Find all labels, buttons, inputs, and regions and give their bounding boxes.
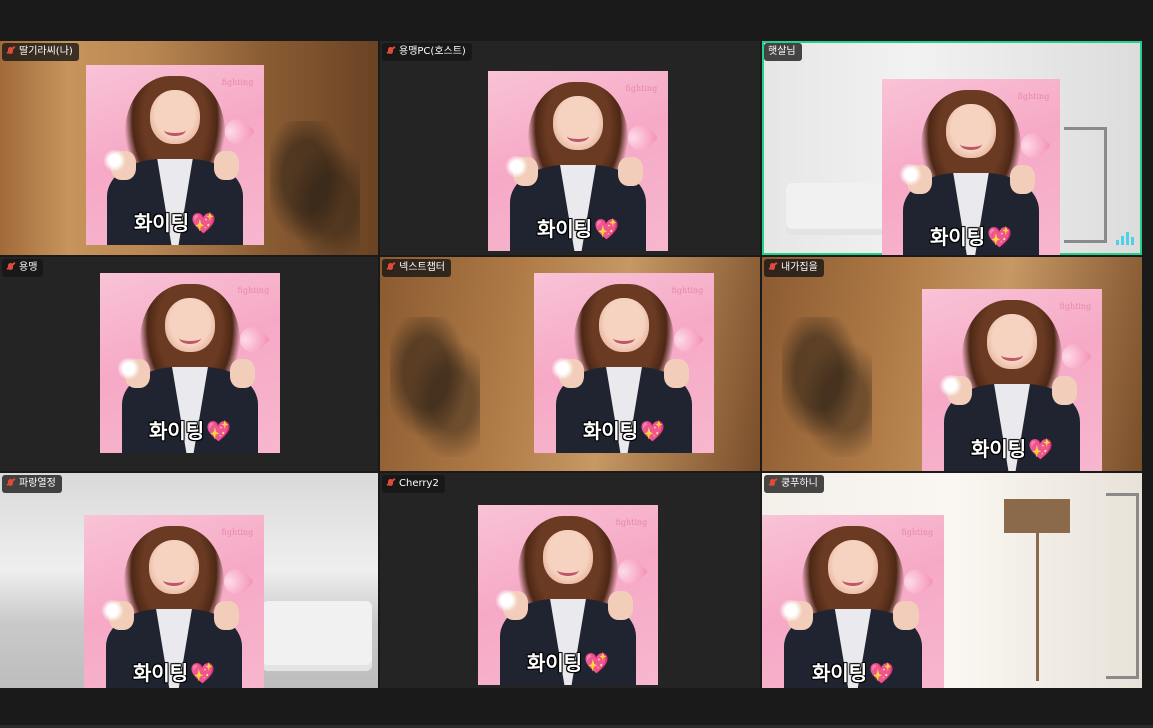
participant-name: 용맹PC(호스트) <box>399 46 466 57</box>
heart-icon <box>219 563 255 600</box>
sticker-caption: 화이팅 💖 <box>132 661 216 685</box>
fighting-sticker: fighting 화이팅 💖 <box>488 71 668 251</box>
fighting-sticker: fighting 화이팅 💖 <box>762 515 944 695</box>
sticker-corner-text: fighting <box>901 527 934 537</box>
heart-emoji-icon: 💖 <box>191 211 217 235</box>
sticker-caption: 화이팅 💖 <box>148 419 232 443</box>
heart-emoji-icon: 💖 <box>584 651 610 675</box>
sticker-corner-text: fighting <box>1059 301 1092 311</box>
fighting-sticker: fighting 화이팅 💖 <box>84 515 264 688</box>
participant-tile[interactable]: fighting 화이팅 💖 내가집을 <box>762 257 1142 471</box>
audio-level-icon <box>1116 231 1134 245</box>
sticker-corner-text: fighting <box>1017 91 1050 101</box>
background-shelf <box>1106 493 1139 679</box>
participant-tile[interactable]: fighting 화이팅 💖 Cherry2 <box>380 473 760 688</box>
heart-icon <box>235 321 271 358</box>
mic-muted-icon <box>386 262 395 274</box>
sticker-caption: 화이팅 💖 <box>811 661 895 685</box>
participant-name-tag: 내가집을 <box>764 259 824 277</box>
meeting-bottom-bar <box>0 688 1153 728</box>
heart-emoji-icon: 💖 <box>594 217 620 241</box>
participant-name-tag: 용맹 <box>2 259 44 277</box>
heart-icon <box>219 113 256 150</box>
fighting-sticker: fighting 화이팅 💖 <box>478 505 658 685</box>
heart-emoji-icon: 💖 <box>987 225 1013 249</box>
heart-emoji-icon: 💖 <box>869 661 895 685</box>
mic-muted-icon <box>6 478 15 490</box>
mic-muted-icon <box>386 478 395 490</box>
background-sofa <box>786 183 886 235</box>
sticker-caption: 화이팅 💖 <box>536 217 620 241</box>
sticker-caption: 화이팅 💖 <box>582 419 666 443</box>
participant-name-tag: 딸기라씨(나) <box>2 43 79 61</box>
sticker-caption: 화이팅 💖 <box>970 436 1054 461</box>
participant-name-tag: 쿵푸하니 <box>764 475 824 493</box>
participant-tile[interactable]: fighting 화이팅 💖 파랑열정 <box>0 473 378 688</box>
fighting-sticker: fighting 화이팅 💖 <box>100 273 280 453</box>
heart-emoji-icon: 💖 <box>190 661 216 685</box>
mic-muted-icon <box>768 478 777 490</box>
heart-emoji-icon: 💖 <box>1028 436 1054 461</box>
sticker-corner-text: fighting <box>221 77 254 87</box>
participant-tile[interactable]: fighting 화이팅 💖 용맹 <box>0 257 378 471</box>
heart-emoji-icon: 💖 <box>206 419 232 443</box>
mic-muted-icon <box>6 262 15 274</box>
gallery-grid: fighting 화이팅 💖 딸기라씨(나) fighting 화이팅 💖 용맹PC… <box>0 0 1153 728</box>
participant-name: 넥스트챕터 <box>399 262 445 273</box>
participant-name: 파랑열정 <box>19 478 56 489</box>
background-shelf <box>1064 127 1107 243</box>
heart-icon <box>898 563 935 600</box>
heart-icon <box>669 321 705 358</box>
participant-tile[interactable]: fighting 화이팅 💖 딸기라씨(나) <box>0 41 378 255</box>
participant-tile-active-speaker[interactable]: fighting 화이팅 💖 햇살님 <box>762 41 1142 255</box>
heart-icon <box>1057 338 1093 375</box>
fighting-sticker: fighting 화이팅 💖 <box>86 65 264 245</box>
heart-icon <box>623 119 659 156</box>
heart-icon <box>613 553 649 590</box>
sticker-caption: 화이팅 💖 <box>133 211 217 235</box>
sticker-corner-text: fighting <box>221 527 254 537</box>
fighting-sticker: fighting 화이팅 💖 <box>922 289 1102 471</box>
participant-name: Cherry2 <box>399 478 439 489</box>
background-plant <box>390 317 480 457</box>
background-plant <box>782 317 872 457</box>
participant-name-tag: 넥스트챕터 <box>382 259 451 277</box>
sticker-caption: 화이팅 💖 <box>929 225 1013 249</box>
participant-name: 쿵푸하니 <box>781 478 818 489</box>
sticker-corner-text: fighting <box>237 285 270 295</box>
participant-name-tag: 햇살님 <box>764 43 802 61</box>
participant-name: 딸기라씨(나) <box>19 46 73 57</box>
participant-name-tag: 용맹PC(호스트) <box>382 43 472 61</box>
sticker-caption: 화이팅 💖 <box>526 651 610 675</box>
sticker-corner-text: fighting <box>671 285 704 295</box>
fighting-sticker: fighting 화이팅 💖 <box>882 79 1060 255</box>
participant-name: 햇살님 <box>768 46 796 57</box>
background-plant <box>270 121 360 255</box>
mic-muted-icon <box>768 262 777 274</box>
sticker-corner-text: fighting <box>615 517 648 527</box>
sticker-corner-text: fighting <box>625 83 658 93</box>
fighting-sticker: fighting 화이팅 💖 <box>534 273 714 453</box>
participant-name-tag: 파랑열정 <box>2 475 62 493</box>
background-lamp <box>1004 499 1070 533</box>
participant-name-tag: Cherry2 <box>382 475 445 493</box>
heart-emoji-icon: 💖 <box>640 419 666 443</box>
participant-name: 용맹 <box>19 262 38 273</box>
participant-name: 내가집을 <box>781 262 818 273</box>
mic-muted-icon <box>386 46 395 58</box>
participant-tile[interactable]: fighting 화이팅 💖 용맹PC(호스트) <box>380 41 760 255</box>
background-sofa <box>262 601 372 671</box>
heart-icon <box>1015 127 1052 164</box>
mic-muted-icon <box>6 46 15 58</box>
participant-tile[interactable]: fighting 화이팅 💖 넥스트챕터 <box>380 257 760 471</box>
